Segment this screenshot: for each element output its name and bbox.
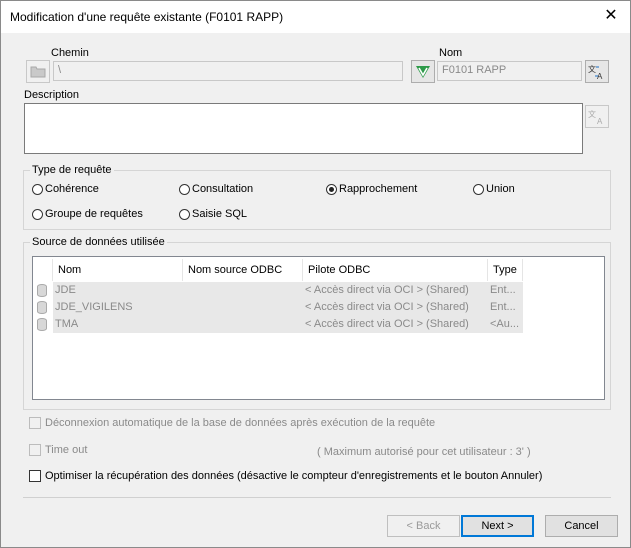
cell-nom: JDE_VIGILENS [53,299,185,316]
radio-union[interactable]: Union [473,183,515,195]
checkbox-box[interactable] [29,470,41,482]
radio-label: Saisie SQL [192,208,248,220]
database-icon [37,284,47,297]
database-icon [37,301,47,314]
separator [23,497,611,498]
radio-saisie-sql[interactable]: Saisie SQL [179,208,247,220]
radio-coherence[interactable]: Cohérence [32,183,99,195]
radio-rapprochement[interactable]: Rapprochement [326,183,417,195]
header-type[interactable]: Type [488,259,523,281]
source-list[interactable]: Nom Nom source ODBC Pilote ODBC Type JDE… [32,256,605,400]
window-title: Modification d'une requête existante (F0… [10,10,284,24]
radio-circle[interactable] [179,208,190,220]
dialog-window: Modification d'une requête existante (F0… [0,0,631,548]
radio-circle[interactable] [179,183,190,195]
translate-name-button[interactable]: 文A [585,60,609,83]
cell-type: <Au... [488,316,523,333]
cell-pilote: < Accès direct via OCI > (Shared) [303,316,488,333]
type-requete-title: Type de requête [30,164,114,176]
svg-text:文: 文 [588,64,596,74]
table-row[interactable]: JDE_VIGILENS < Accès direct via OCI > (S… [33,299,523,316]
cell-pilote: < Accès direct via OCI > (Shared) [303,282,488,299]
cell-nom: TMA [53,316,185,333]
cell-type: Ent... [488,299,523,316]
cell-pilote: < Accès direct via OCI > (Shared) [303,299,488,316]
radio-label: Consultation [192,183,254,195]
header-icon-col [33,259,53,281]
description-textarea[interactable] [24,103,583,154]
translate-icon: 文A [588,109,603,125]
timeout-label: Time out [45,444,88,456]
browse-folder-button[interactable] [26,60,50,83]
cell-type: Ent... [488,282,523,299]
chemin-field[interactable]: \ [53,61,403,81]
nom-label: Nom [439,47,463,59]
type-requete-group [23,170,611,230]
optimiser-label: Optimiser la récupération des données (d… [45,470,543,482]
back-button[interactable]: < Back [387,515,460,537]
translate-description-button[interactable]: 文A [585,105,609,128]
title-bar: Modification d'une requête existante (F0… [1,1,630,33]
radio-groupe-requetes[interactable]: Groupe de requêtes [32,208,143,220]
folder-icon [30,66,46,78]
radio-label: Groupe de requêtes [45,208,143,220]
radio-circle[interactable] [32,183,43,195]
checkbox-box[interactable] [29,417,41,429]
deconnexion-label: Déconnexion automatique de la base de do… [45,417,436,429]
checkbox-box[interactable] [29,444,41,456]
cell-nom: JDE [53,282,185,299]
description-label: Description [24,89,80,101]
timeout-checkbox[interactable]: Time out [29,444,87,456]
translate-icon: 文A [588,64,603,80]
optimiser-checkbox[interactable]: Optimiser la récupération des données (d… [29,470,542,482]
radio-circle-selected[interactable] [326,183,337,195]
close-button[interactable]: ✕ [602,7,620,25]
svg-text:A: A [597,117,603,125]
header-nom[interactable]: Nom [53,259,183,281]
radio-circle[interactable] [473,183,484,195]
database-icon [37,318,47,331]
deconnexion-checkbox[interactable]: Déconnexion automatique de la base de do… [29,417,435,429]
type-icon-button[interactable] [411,60,435,83]
source-title: Source de données utilisée [30,236,167,248]
svg-text:文: 文 [588,109,596,119]
table-row[interactable]: JDE < Accès direct via OCI > (Shared) En… [33,282,523,299]
radio-consultation[interactable]: Consultation [179,183,253,195]
timeout-max-label: ( Maximum autorisé pour cet utilisateur … [317,446,531,458]
header-nom-source-odbc[interactable]: Nom source ODBC [183,259,303,281]
nom-field[interactable]: F0101 RAPP [437,61,582,81]
cell-odbc [183,282,303,299]
radio-label: Rapprochement [339,183,418,195]
next-button[interactable]: Next > [461,515,534,537]
radio-label: Cohérence [45,183,99,195]
cell-odbc [183,316,303,333]
v-logo-icon [416,65,430,78]
cell-odbc [183,299,303,316]
radio-label: Union [486,183,515,195]
cancel-button[interactable]: Cancel [545,515,618,537]
header-pilote-odbc[interactable]: Pilote ODBC [303,259,488,281]
radio-circle[interactable] [32,208,43,220]
table-row[interactable]: TMA < Accès direct via OCI > (Shared) <A… [33,316,523,333]
chemin-label: Chemin [51,47,89,59]
